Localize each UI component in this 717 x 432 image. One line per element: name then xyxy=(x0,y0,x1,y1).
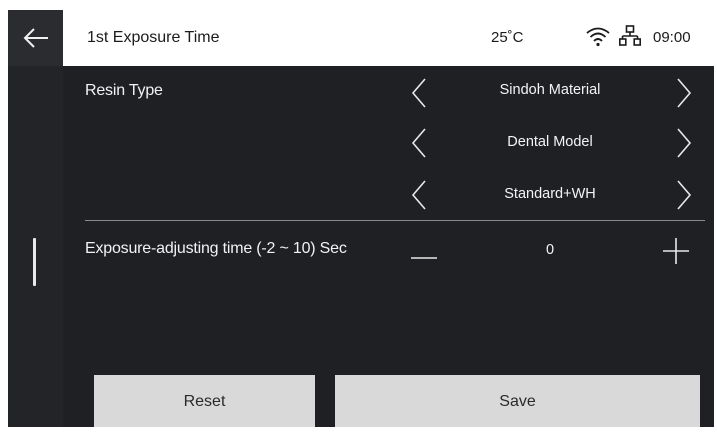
temperature-readout: 25˚C xyxy=(491,29,524,46)
save-button[interactable]: Save xyxy=(335,375,700,427)
left-rail xyxy=(8,10,63,427)
settings-panel: Resin Type Sindoh Material Dental Model … xyxy=(63,66,714,427)
page-title: 1st Exposure Time xyxy=(87,29,220,46)
screen: 1st Exposure Time 25˚C 09:00 Resin Type … xyxy=(0,0,717,432)
divider xyxy=(85,220,705,221)
back-arrow-icon xyxy=(23,28,48,48)
network-icon xyxy=(619,25,641,46)
minus-icon[interactable] xyxy=(411,245,437,271)
reset-button[interactable]: Reset xyxy=(94,375,315,427)
scroll-handle[interactable] xyxy=(33,238,36,286)
plus-icon[interactable] xyxy=(663,238,689,264)
exposure-adjust-value: 0 xyxy=(545,242,555,258)
chevron-right-icon[interactable] xyxy=(675,179,693,211)
exposure-adjust-label: Exposure-adjusting time (-2 ~ 10) Sec xyxy=(85,240,347,257)
wifi-icon xyxy=(586,27,610,47)
chevron-right-icon[interactable] xyxy=(675,77,693,109)
header-bar: 1st Exposure Time 25˚C 09:00 xyxy=(63,10,714,66)
resin-type-label: Resin Type xyxy=(85,82,163,99)
chevron-left-icon[interactable] xyxy=(410,77,428,109)
chevron-left-icon[interactable] xyxy=(410,127,428,159)
clock: 09:00 xyxy=(653,29,691,46)
chevron-left-icon[interactable] xyxy=(410,179,428,211)
resin-maker-value: Sindoh Material xyxy=(499,82,601,98)
chevron-right-icon[interactable] xyxy=(675,127,693,159)
back-button[interactable] xyxy=(8,10,63,66)
resin-variant-value: Standard+WH xyxy=(504,186,596,202)
resin-category-value: Dental Model xyxy=(507,134,593,150)
